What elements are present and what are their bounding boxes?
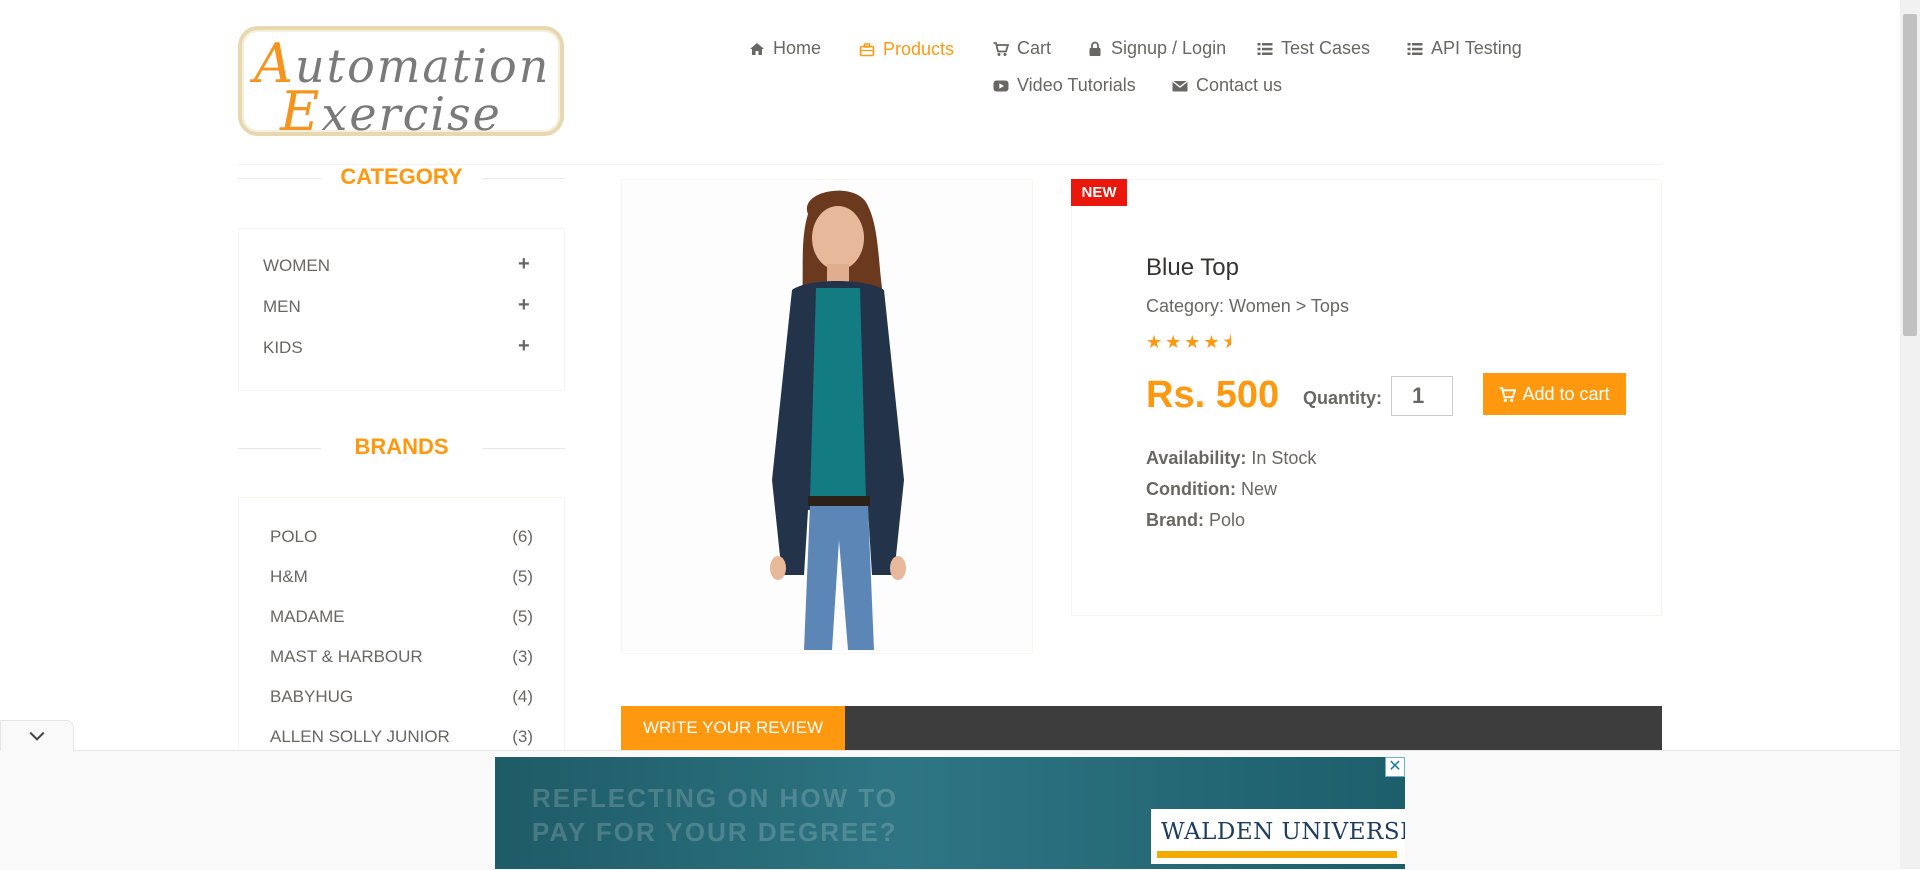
nav-test-cases-label: Test Cases [1281,38,1371,58]
nav-video-tutorials[interactable]: Video Tutorials [993,75,1136,96]
product-photo-illustration [622,180,1032,653]
youtube-icon [993,80,1009,91]
envelope-icon [1172,80,1188,91]
cart-icon [1500,386,1517,402]
nav-contact-us[interactable]: Contact us [1172,75,1282,96]
lock-icon [1089,41,1101,56]
category-title: CATEGORY [340,164,463,189]
nav-home-label: Home [773,38,822,58]
brand-mast-harbour[interactable]: MAST & HARBOUR [270,647,423,667]
quantity-label: Quantity: [1303,388,1382,408]
brands-panel: POLO (6) H&M (5) MADAME (5) MAST & HARBO… [238,497,565,767]
site-logo[interactable]: Automation Exercise [238,26,564,143]
category-women[interactable]: WOMEN [263,256,330,276]
nav-signup-login-label: Signup / Login [1111,38,1227,58]
ad-brand-underline [1157,851,1397,858]
category-kids[interactable]: KIDS [263,338,303,358]
brands-rule-right [482,448,565,449]
category-rule-right [482,178,565,179]
nav-products-label: Products [883,39,955,59]
home-icon [750,42,764,55]
brand-allen-solly-junior-count: (3) [512,727,533,746]
brand-mast-harbour-count: (3) [512,647,533,666]
product-category: Category: Women > Tops [1146,296,1349,316]
brand-babyhug[interactable]: BABYHUG [270,687,353,707]
condition-value: New [1240,479,1277,499]
logo-line-2: Exercise [280,80,502,143]
brands-title: BRANDS [354,434,449,459]
availability-label: Availability: [1146,448,1247,468]
list-icon [1407,42,1423,55]
brand-hm[interactable]: H&M [270,567,308,587]
brand-babyhug-count: (4) [512,687,533,706]
rating-stars: ★★★★⯨ [1146,332,1236,352]
brand-polo-count: (6) [512,527,533,546]
nav-api-testing-label: API Testing [1431,38,1522,58]
add-to-cart-button[interactable]: Add to cart [1483,373,1626,415]
add-to-cart-label: Add to cart [1522,383,1610,404]
condition-row: Condition: New [1146,479,1277,500]
nav-home[interactable]: Home [749,38,821,59]
briefcase-icon [859,42,875,56]
brand-value: Polo [1209,510,1246,530]
availability-value: In Stock [1251,448,1317,468]
nav-video-tutorials-label: Video Tutorials [1017,75,1136,95]
brand-madame[interactable]: MADAME [270,607,345,627]
product-price: Rs. 500 [1146,374,1280,416]
product-image [621,179,1033,654]
brand-row: Brand: Polo [1146,510,1245,531]
nav-test-cases[interactable]: Test Cases [1257,38,1370,59]
nav-products[interactable]: Products [859,39,954,60]
list-icon [1257,42,1273,55]
category-panel: WOMEN + MEN + KIDS + [238,228,565,391]
expand-men-icon[interactable]: + [518,294,530,317]
availability-row: Availability: In Stock [1146,448,1316,469]
brand-allen-solly-junior[interactable]: ALLEN SOLLY JUNIOR [270,727,450,747]
brand-hm-count: (5) [512,567,533,586]
ad-close-icon[interactable]: ✕ [1385,757,1405,777]
brand-madame-count: (5) [512,607,533,626]
cart-icon [993,41,1009,56]
quantity-input[interactable] [1391,376,1453,416]
ad-headline: REFLECTING ON HOW TO PAY FOR YOUR DEGREE… [532,783,898,847]
product-name: Blue Top [1146,254,1239,281]
nav-cart[interactable]: Cart [993,38,1051,59]
nav-signup-login[interactable]: Signup / Login [1087,38,1226,59]
page-scrollbar-thumb[interactable] [1903,14,1917,336]
write-review-tab[interactable]: WRITE YOUR REVIEW [621,706,845,750]
category-rule-left [238,178,321,179]
nav-contact-us-label: Contact us [1196,75,1283,95]
chevron-down-icon [29,731,45,741]
condition-label: Condition: [1146,479,1236,499]
brand-polo[interactable]: POLO [270,527,317,547]
nav-cart-label: Cart [1017,38,1052,58]
brand-label: Brand: [1146,510,1204,530]
advertisement-banner[interactable]: REFLECTING ON HOW TO PAY FOR YOUR DEGREE… [495,757,1405,869]
ad-brand-name: WALDEN UNIVERSITY [1161,819,1405,845]
new-badge: NEW [1071,179,1127,206]
expand-women-icon[interactable]: + [518,253,530,276]
ad-brand-box: WALDEN UNIVERSITY [1151,809,1405,864]
category-men[interactable]: MEN [263,297,301,317]
brands-rule-left [238,448,321,449]
nav-api-testing[interactable]: API Testing [1407,38,1522,59]
expand-kids-icon[interactable]: + [518,335,530,358]
ad-collapse-button[interactable] [0,720,74,751]
